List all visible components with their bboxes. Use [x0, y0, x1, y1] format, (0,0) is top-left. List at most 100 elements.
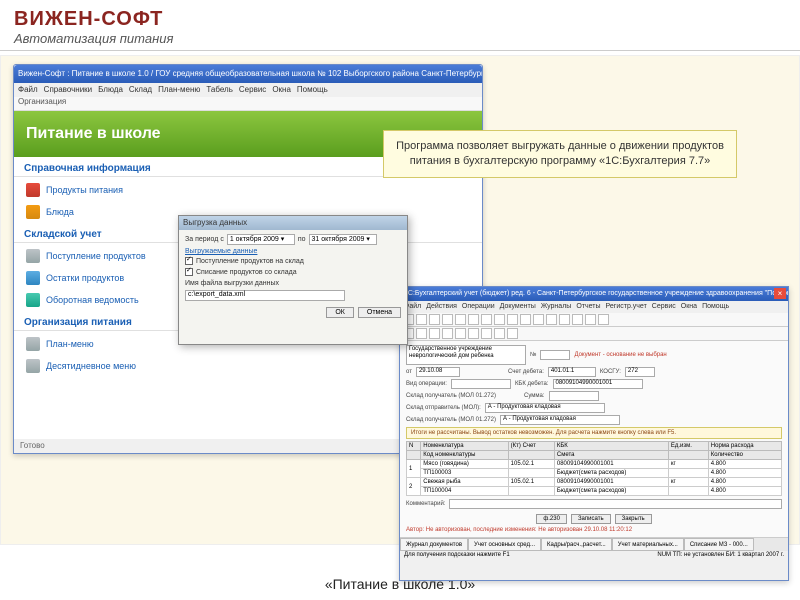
- toolbar-icon[interactable]: [481, 328, 492, 339]
- menu-item[interactable]: Справочники: [44, 83, 92, 97]
- toolbar-icon[interactable]: [507, 328, 518, 339]
- close-icon[interactable]: ×: [774, 288, 786, 299]
- menu-item[interactable]: Сервис: [652, 301, 676, 313]
- toolbar-icon[interactable]: [546, 314, 557, 325]
- menu-item[interactable]: Файл: [18, 83, 38, 97]
- op-input[interactable]: [451, 379, 511, 389]
- sum-input[interactable]: [549, 391, 599, 401]
- sklad-send-input[interactable]: А - Продуктовая кладовая: [485, 403, 605, 413]
- menu-item[interactable]: План-меню: [158, 83, 200, 97]
- toolbar-icon[interactable]: [494, 314, 505, 325]
- status-right: NUM ТП: не установлен БИ: 1 квартал 2007…: [657, 552, 784, 558]
- nav-label: Оборотная ведомость: [46, 295, 139, 305]
- toolbar-icon[interactable]: [429, 328, 440, 339]
- org-field[interactable]: Государственное учреждение неврологическ…: [406, 345, 526, 365]
- toolbar-icon[interactable]: [455, 314, 466, 325]
- menu-item[interactable]: Операции: [462, 301, 495, 313]
- window-title: Вижен-Софт : Питание в школе 1.0 / ГОУ с…: [14, 65, 482, 83]
- toolbar-icon[interactable]: [429, 314, 440, 325]
- tab[interactable]: Учет материальных...: [612, 538, 684, 551]
- toolbar[interactable]: [400, 313, 788, 327]
- menu-item[interactable]: Сервис: [239, 83, 266, 97]
- table-header-row: N Номенклатура (Кт) Счет КБК Ед.изм. Нор…: [407, 442, 782, 451]
- menu-item[interactable]: Окна: [272, 83, 291, 97]
- save-button[interactable]: Записать: [571, 514, 611, 524]
- ok-button[interactable]: ОК: [326, 307, 354, 318]
- screenshot-stage: Вижен-Софт : Питание в школе 1.0 / ГОУ с…: [0, 55, 800, 545]
- export-dialog: Выгрузка данных За период с 1 октября 20…: [178, 215, 408, 345]
- menu-item[interactable]: Склад: [129, 83, 152, 97]
- sklad-recv-input[interactable]: А - Продуктовая кладовая: [500, 415, 620, 425]
- col-schet: (Кт) Счет: [508, 442, 554, 451]
- dialog-title: Выгрузка данных: [179, 216, 407, 230]
- menu-bar[interactable]: Файл Справочники Блюда Склад План-меню Т…: [14, 83, 482, 97]
- toolbar-icon[interactable]: [507, 314, 518, 325]
- checkbox-writeoff[interactable]: [185, 268, 193, 276]
- menu-item[interactable]: Окна: [681, 301, 697, 313]
- menu-item[interactable]: Регистр.учет: [606, 301, 647, 313]
- tab[interactable]: Кадры/расч.,расчет...: [541, 538, 612, 551]
- file-path-input[interactable]: c:\export_data.xml: [185, 290, 345, 301]
- kbk-label: КБК дебета:: [515, 381, 549, 387]
- nav-label: Десятидневное меню: [46, 361, 136, 371]
- menu-item[interactable]: Блюда: [98, 83, 123, 97]
- items-table: N Номенклатура (Кт) Счет КБК Ед.изм. Нор…: [406, 441, 782, 496]
- plan-icon: [26, 337, 40, 351]
- menu-item[interactable]: Действия: [426, 301, 457, 313]
- menu-item[interactable]: Отчеты: [576, 301, 600, 313]
- toolbar-icon[interactable]: [559, 314, 570, 325]
- toolbar-icon[interactable]: [520, 314, 531, 325]
- status-left: Для получения подсказки нажмите F1: [404, 552, 510, 558]
- tab-bar[interactable]: Организация: [14, 97, 482, 111]
- menu-bar[interactable]: Файл Действия Операции Документы Журналы…: [400, 301, 788, 313]
- date-from-input[interactable]: 1 октября 2009 ▾: [227, 234, 295, 245]
- toolbar-icon[interactable]: [468, 328, 479, 339]
- toolbar-icon[interactable]: [416, 314, 427, 325]
- doc-no-input[interactable]: [540, 350, 570, 360]
- kosgu-input[interactable]: 272: [625, 367, 655, 377]
- nav-products[interactable]: Продукты питания: [14, 179, 482, 201]
- toolbar-icon[interactable]: [455, 328, 466, 339]
- toolbar-icon[interactable]: [442, 314, 453, 325]
- menu-item[interactable]: Журналы: [541, 301, 572, 313]
- checkbox-incoming[interactable]: [185, 257, 193, 265]
- tab[interactable]: Журнал документов: [400, 538, 468, 551]
- toolbar-icon[interactable]: [585, 314, 596, 325]
- form-button[interactable]: ф.230: [536, 514, 567, 524]
- window-title: 1С:Бухгалтерский учет (бюджет) ред. 6 - …: [400, 287, 788, 301]
- table-row[interactable]: 1 Мясо (говядина) 105.02.1 0800910499000…: [407, 460, 782, 469]
- toolbar-icon[interactable]: [533, 314, 544, 325]
- menu-item[interactable]: Помощь: [702, 301, 729, 313]
- doc-no-label: №: [530, 352, 536, 358]
- menu-item[interactable]: Табель: [206, 83, 233, 97]
- col-ed: Ед.изм.: [668, 442, 708, 451]
- toolbar-icon[interactable]: [442, 328, 453, 339]
- bottom-tabs[interactable]: Журнал документов Учет основных сред... …: [400, 537, 788, 551]
- toolbar-icon[interactable]: [416, 328, 427, 339]
- books-icon: [26, 183, 40, 197]
- menu-item[interactable]: Документы: [500, 301, 536, 313]
- close-button[interactable]: Закрыть: [615, 514, 652, 524]
- toolbar-icon[interactable]: [468, 314, 479, 325]
- toolbar-icon[interactable]: [598, 314, 609, 325]
- schet-label: Счет дебета:: [508, 369, 544, 375]
- kbk-input[interactable]: 08009104990001001: [553, 379, 643, 389]
- menu-item[interactable]: Помощь: [297, 83, 328, 97]
- date-to-input[interactable]: 31 октября 2009 ▾: [309, 234, 377, 245]
- toolbar-row2[interactable]: [400, 327, 788, 341]
- toolbar-icon[interactable]: [572, 314, 583, 325]
- nav-label: План-меню: [46, 339, 94, 349]
- cancel-button[interactable]: Отмена: [358, 307, 401, 318]
- tab[interactable]: Организация: [18, 97, 66, 106]
- toolbar-icon[interactable]: [481, 314, 492, 325]
- col-nom: Номенклатура: [421, 442, 508, 451]
- comment-input[interactable]: [449, 499, 782, 509]
- table-row[interactable]: ТП100004 Бюджет(смета расходов) 4.800: [407, 487, 782, 496]
- schet-input[interactable]: 401.01.1: [548, 367, 596, 377]
- date-input[interactable]: 29.10.08: [416, 367, 460, 377]
- table-row[interactable]: ТП100003 Бюджет(смета расходов) 4.800: [407, 469, 782, 478]
- tab[interactable]: Списание МЗ - 000...: [684, 538, 754, 551]
- toolbar-icon[interactable]: [494, 328, 505, 339]
- table-row[interactable]: 2 Свежая рыба 105.02.1 08009104990001001…: [407, 478, 782, 487]
- tab[interactable]: Учет основных сред...: [468, 538, 541, 551]
